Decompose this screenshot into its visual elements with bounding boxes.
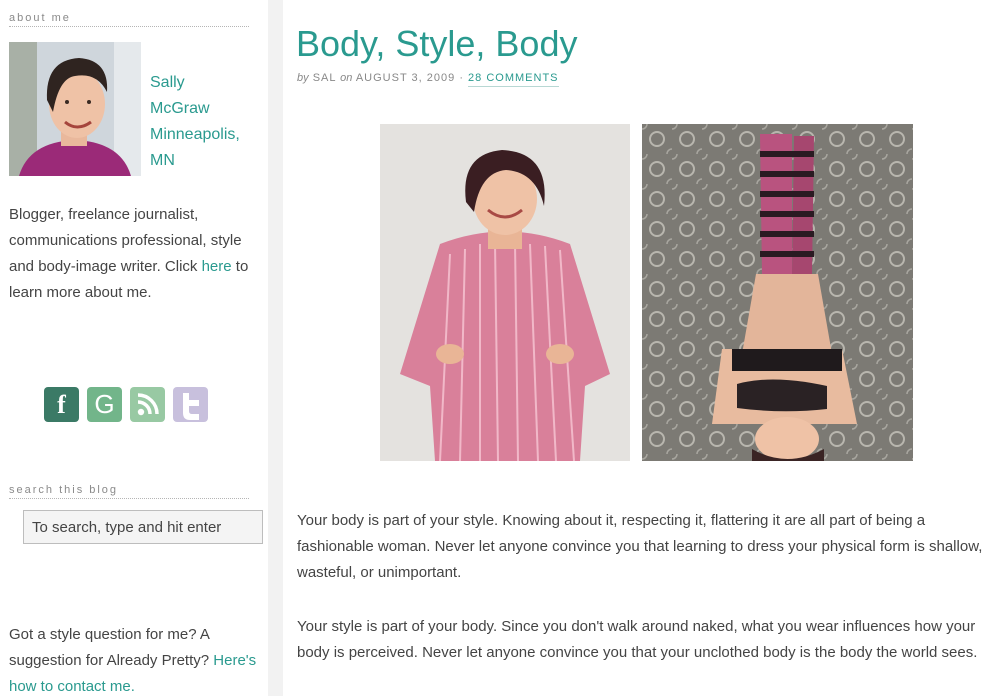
comments-link[interactable]: 28 COMMENTS bbox=[468, 72, 559, 87]
search-heading: search this blog bbox=[9, 484, 249, 499]
twitter-icon[interactable] bbox=[173, 387, 208, 422]
post-title[interactable]: Body, Style, Body bbox=[296, 22, 577, 66]
photo-woman-pink-dress bbox=[380, 124, 630, 461]
rss-icon[interactable] bbox=[130, 387, 165, 422]
avatar[interactable] bbox=[9, 42, 141, 176]
post-photo-legs-up bbox=[642, 124, 913, 461]
bio-more-link[interactable]: here bbox=[202, 258, 232, 275]
author-info: Sally McGraw Minneapolis, MN bbox=[150, 70, 260, 174]
author-location-state[interactable]: MN bbox=[150, 148, 260, 174]
author-location-city[interactable]: Minneapolis, bbox=[150, 122, 260, 148]
avatar-photo bbox=[9, 42, 141, 176]
post-meta: by SAL on AUGUST 3, 2009 · 28 COMMENTS bbox=[297, 72, 559, 87]
author-name-last[interactable]: McGraw bbox=[150, 96, 260, 122]
post-photo-standing bbox=[380, 124, 630, 461]
facebook-glyph: f bbox=[57, 389, 66, 419]
social-links: f G bbox=[44, 387, 208, 422]
post-paragraph-2: Your style is part of your body. Since y… bbox=[297, 618, 978, 661]
post-paragraph-1: Your body is part of your style. Knowing… bbox=[297, 512, 983, 581]
photo-woman-striped-socks bbox=[642, 124, 913, 461]
rss-glyph bbox=[137, 393, 159, 416]
meta-separator: · bbox=[459, 72, 464, 84]
meta-on: on bbox=[340, 72, 353, 84]
contact-blurb: Got a style question for me? A suggestio… bbox=[9, 622, 267, 700]
main-content: Body, Style, Body by SAL on AUGUST 3, 20… bbox=[283, 0, 987, 696]
facebook-icon[interactable]: f bbox=[44, 387, 79, 422]
search-input[interactable] bbox=[23, 510, 263, 544]
author-name-first[interactable]: Sally bbox=[150, 70, 260, 96]
about-me-heading: about me bbox=[9, 12, 249, 27]
sidebar: about me Sally McGraw Minneapolis, MN Bl… bbox=[0, 0, 268, 696]
google-glyph: G bbox=[94, 389, 115, 419]
contact-text: Got a style question for me? A suggestio… bbox=[9, 626, 210, 669]
author-bio: Blogger, freelance journalist, communica… bbox=[9, 202, 259, 306]
meta-by: by bbox=[297, 72, 309, 84]
sidebar-divider bbox=[268, 0, 283, 696]
twitter-glyph bbox=[183, 393, 199, 420]
google-icon[interactable]: G bbox=[87, 387, 122, 422]
meta-date: AUGUST 3, 2009 bbox=[355, 72, 456, 84]
meta-author: SAL bbox=[312, 72, 337, 84]
